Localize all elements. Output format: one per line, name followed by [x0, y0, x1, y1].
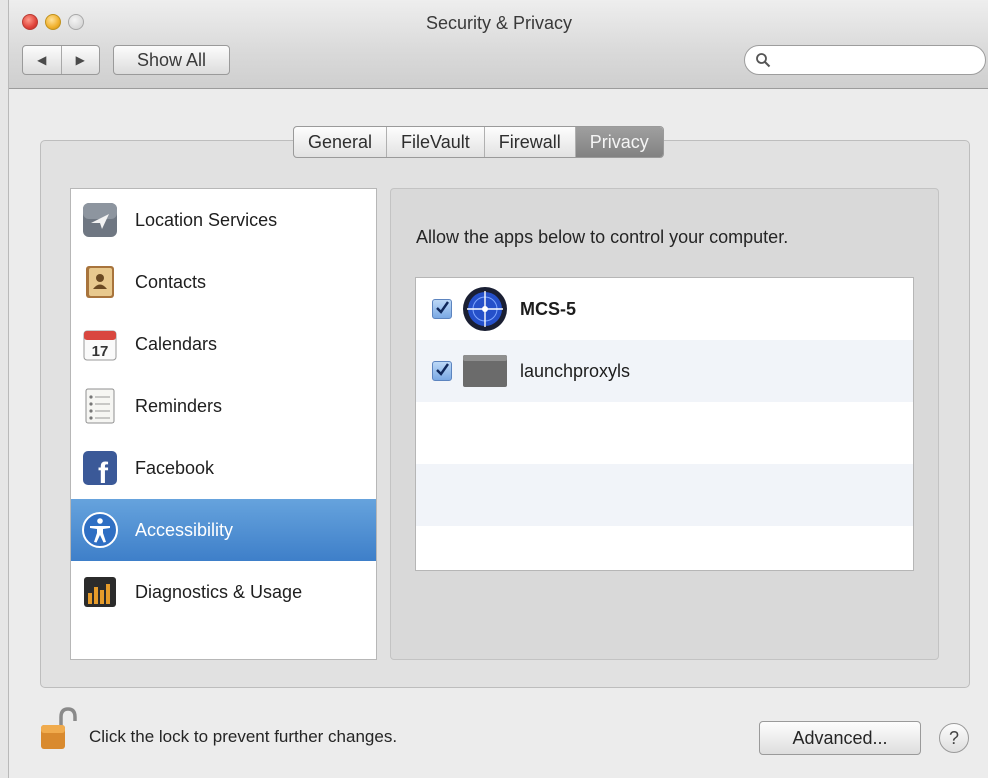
category-label: Diagnostics & Usage — [135, 581, 303, 602]
category-calendars[interactable]: 17 Calendars — [71, 313, 376, 375]
category-label: Contacts — [135, 271, 207, 292]
back-button[interactable]: ◀ — [23, 46, 61, 74]
empty-row — [416, 464, 913, 526]
mcs5-app-icon — [463, 287, 507, 331]
category-contacts[interactable]: Contacts — [71, 251, 376, 313]
tab-firewall[interactable]: Firewall — [483, 127, 575, 157]
calendar-date: 17 — [92, 343, 109, 360]
calendar-icon: 17 — [83, 330, 117, 361]
search-icon — [756, 53, 771, 68]
reminders-icon — [85, 388, 115, 424]
forward-button[interactable]: ▶ — [60, 46, 100, 74]
category-location-services[interactable]: Location Services — [71, 189, 376, 251]
category-facebook[interactable]: f Facebook — [71, 437, 376, 499]
category-label: Location Services — [135, 209, 278, 230]
app-checkbox-launchproxyls[interactable] — [432, 361, 452, 381]
accessibility-icon — [82, 512, 118, 548]
category-label: Accessibility — [135, 519, 234, 540]
facebook-letter: f — [98, 457, 109, 487]
accessibility-panel: Allow the apps below to control your com… — [390, 188, 939, 660]
app-row-mcs5[interactable]: MCS-5 — [416, 278, 913, 340]
tab-filevault[interactable]: FileVault — [386, 127, 484, 157]
search-input[interactable] — [775, 50, 974, 72]
category-reminders[interactable]: Reminders — [71, 375, 376, 437]
diagnostics-icon — [84, 577, 116, 607]
security-privacy-window: Security & Privacy ◀ ▶ Show All General … — [8, 0, 988, 778]
search-field[interactable] — [744, 45, 986, 75]
category-label: Facebook — [135, 457, 215, 478]
app-row-launchproxyls[interactable]: launchproxyls — [416, 340, 913, 402]
tab-bar: General FileVault Firewall Privacy — [293, 126, 664, 158]
forward-arrow-icon: ▶ — [75, 53, 85, 67]
app-checkbox-mcs5[interactable] — [432, 299, 452, 319]
facebook-icon: f — [83, 451, 117, 487]
empty-row — [416, 526, 913, 570]
tab-general[interactable]: General — [294, 127, 386, 157]
contacts-icon — [86, 266, 114, 298]
lock-icon[interactable] — [39, 705, 79, 751]
show-all-button[interactable]: Show All — [113, 45, 230, 75]
checkmark-icon — [436, 301, 449, 314]
help-button[interactable]: ? — [939, 723, 969, 753]
category-label: Reminders — [135, 395, 223, 416]
category-accessibility[interactable]: Accessibility — [71, 499, 376, 561]
tab-privacy[interactable]: Privacy — [574, 127, 663, 157]
advanced-button[interactable]: Advanced... — [759, 721, 921, 755]
app-list: MCS-5 launchproxyls — [415, 277, 914, 571]
privacy-category-list: Location Services Contacts 17 Calendars — [70, 188, 377, 660]
back-arrow-icon: ◀ — [37, 53, 47, 67]
app-name: MCS-5 — [520, 298, 577, 319]
category-label: Calendars — [135, 333, 218, 354]
lock-status-text: Click the lock to prevent further change… — [89, 727, 398, 746]
empty-row — [416, 402, 913, 464]
back-forward-group: ◀ ▶ — [22, 45, 100, 75]
app-name: launchproxyls — [520, 360, 631, 381]
title-bar: Security & Privacy ◀ ▶ Show All — [9, 0, 988, 89]
window-title: Security & Privacy — [425, 13, 573, 33]
panel-description: Allow the apps below to control your com… — [416, 227, 789, 247]
category-diagnostics-usage[interactable]: Diagnostics & Usage — [71, 561, 376, 623]
checkmark-icon — [436, 363, 449, 376]
generic-app-icon — [463, 355, 507, 387]
location-services-icon — [83, 203, 117, 237]
